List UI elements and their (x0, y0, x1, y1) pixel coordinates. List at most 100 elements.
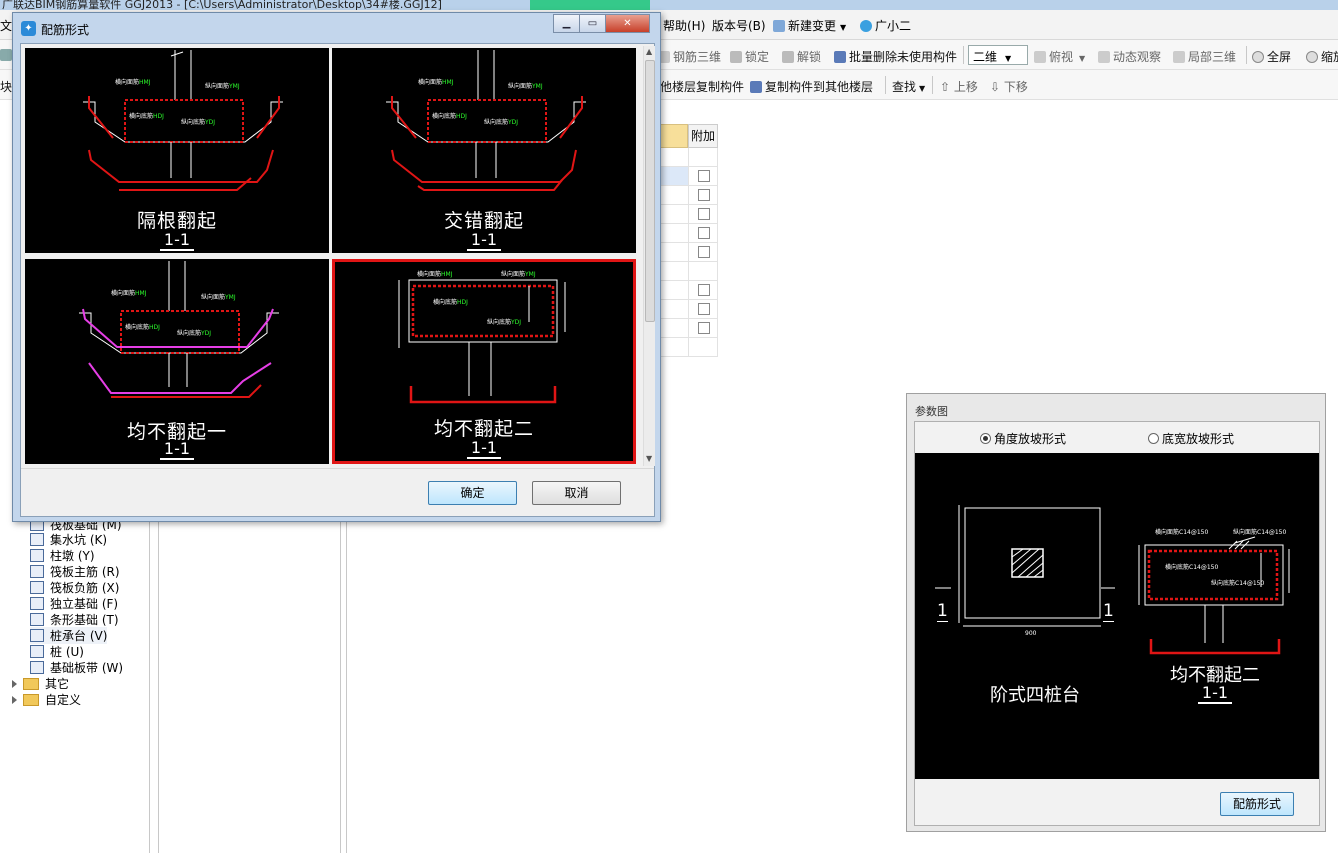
foundation-strip-icon (30, 661, 44, 674)
rebar-3d-button[interactable]: 钢筋三维 (658, 48, 721, 65)
app-title: 广联达BIM钢筋算量软件 GGJ2013 - [C:\Users\Adminis… (2, 0, 442, 10)
sec-long-top-text: 纵向面筋C14@150 (1233, 528, 1286, 536)
tree-folder-other[interactable]: 其它 (12, 675, 69, 692)
table-row[interactable] (660, 243, 718, 262)
lock-button[interactable]: 锁定 (730, 48, 769, 65)
menu-file-fragment[interactable]: 文 (0, 17, 12, 34)
table-row[interactable] (660, 224, 718, 243)
radio-width-slope[interactable]: 底宽放坡形式 (1148, 430, 1234, 447)
find-button[interactable]: 查找 ▼ (892, 78, 925, 95)
label-long-top: 纵向面筋 (501, 270, 525, 278)
option-alternating-bent[interactable]: 横向面筋 HMJ 纵向面筋 YMJ 横向底筋 HDJ 纵向底筋 YDJ 交错翻起… (332, 48, 636, 253)
rebar-form-button[interactable]: 配筋形式 (1220, 792, 1294, 816)
menu-new-change-label: 新建变更 (788, 19, 837, 33)
close-icon[interactable]: ✕ (605, 14, 650, 33)
copy-from-floor-button[interactable]: 他楼层复制构件 (660, 78, 744, 95)
extra-checkbox[interactable] (698, 284, 710, 296)
strip-footing-icon (30, 613, 44, 626)
tree-item-column-pier[interactable]: 柱墩 (Y) (30, 547, 95, 564)
menu-assistant[interactable]: 广小二 (860, 17, 911, 34)
param-panel-title: 参数图 (915, 405, 948, 418)
chevron-down-icon: ▼ (840, 23, 847, 32)
top-view-button[interactable]: 俯视 ▼ (1034, 48, 1085, 65)
tree-folder-custom[interactable]: 自定义 (12, 691, 81, 708)
extra-checkbox[interactable] (698, 227, 710, 239)
toolbar2-fragment[interactable]: 块 (0, 78, 12, 95)
extra-checkbox[interactable] (698, 303, 710, 315)
property-table: 附加 (660, 124, 718, 357)
menu-help[interactable]: 帮助(H) (663, 17, 705, 34)
batch-delete-button[interactable]: 批量删除未使用构件 (834, 48, 957, 65)
tree-item-label: 筏板负筋 (X) (50, 581, 120, 595)
fullscreen-button[interactable]: 全屏 (1252, 48, 1291, 65)
view-mode-select[interactable]: 二维 ▼ (968, 45, 1028, 65)
extra-checkbox[interactable] (698, 322, 710, 334)
titlebar-highlight (530, 0, 650, 10)
tree-item-label: 集水坑 (K) (50, 533, 108, 547)
pile-icon (30, 645, 44, 658)
option-scrollbar[interactable]: ▲ ▼ (643, 46, 655, 466)
unlock-button[interactable]: 解锁 (782, 48, 821, 65)
tree-item-isolated-footing[interactable]: 独立基础 (F) (30, 595, 118, 612)
table-row[interactable] (660, 186, 718, 205)
tree-item-label: 独立基础 (F) (50, 597, 119, 611)
label-code-ltop: YMJ (524, 271, 536, 278)
tree-item-label: 桩承台 (V) (50, 629, 108, 643)
label-trans-top: 横向面筋 (111, 289, 135, 297)
extra-checkbox[interactable] (698, 208, 710, 220)
chevron-down-icon: ▼ (1005, 54, 1012, 63)
radio-angle-slope[interactable]: 角度放坡形式 (980, 430, 1066, 447)
tree-item-raft-neg-rebar[interactable]: 筏板负筋 (X) (30, 579, 119, 596)
label-code-ltop: YMJ (224, 294, 236, 301)
tree-item-foundation-strip[interactable]: 基础板带 (W) (30, 659, 123, 676)
extra-checkbox[interactable] (698, 246, 710, 258)
option-no-bent-one[interactable]: 横向面筋 HMJ 纵向面筋 YMJ 横向底筋 HDJ 纵向底筋 YDJ 均不翻起… (25, 259, 329, 464)
label-long-bot: 纵向底筋 (484, 118, 508, 126)
tree-item-pile[interactable]: 桩 (U) (30, 643, 84, 660)
orbit-icon (1098, 51, 1110, 63)
tree-item-raft-main-rebar[interactable]: 筏板主筋 (R) (30, 563, 120, 580)
maximize-icon[interactable]: ▭ (579, 14, 606, 33)
cancel-button[interactable]: 取消 (532, 481, 621, 505)
table-row[interactable] (660, 205, 718, 224)
document-icon (773, 20, 785, 32)
menu-new-change[interactable]: 新建变更 ▼ (773, 17, 846, 34)
extra-checkbox[interactable] (698, 170, 710, 182)
label-code-lbot: YDJ (507, 119, 518, 126)
table-row[interactable] (660, 300, 718, 319)
tree-item-sump[interactable]: 集水坑 (K) (30, 531, 107, 548)
option-no-bent-two[interactable]: 横向面筋 HMJ 纵向面筋 YMJ 横向底筋 HDJ 纵向底筋 YDJ 均不翻起… (332, 259, 636, 464)
tree-item-label: 条形基础 (T) (50, 613, 119, 627)
option-sub: 1-1 (332, 230, 636, 251)
label-trans-bot: 横向底筋 (129, 112, 153, 120)
brush-icon (834, 51, 846, 63)
extra-checkbox[interactable] (698, 189, 710, 201)
copy-to-floor-button[interactable]: 复制构件到其他楼层 (750, 78, 873, 95)
tree-item-pile-cap[interactable]: 桩承台 (V) (30, 627, 108, 644)
tree-item-strip-footing[interactable]: 条形基础 (T) (30, 611, 119, 628)
scroll-up-icon[interactable]: ▲ (646, 47, 652, 56)
rebar-form-dialog: ✦ 配筋形式 ▁ ▭ ✕ 横向面筋 HMJ 纵向面筋 YMJ 横向底筋 HDJ … (12, 12, 661, 522)
menu-version[interactable]: 版本号(B) (712, 17, 766, 34)
dynamic-view-label: 动态观察 (1113, 50, 1162, 64)
option-staggered-bent[interactable]: 横向面筋 HMJ 纵向面筋 YMJ 横向底筋 HDJ 纵向底筋 YDJ 隔根翻起… (25, 48, 329, 253)
dynamic-view-button[interactable]: 动态观察 (1098, 48, 1161, 65)
table-row[interactable] (660, 281, 718, 300)
chevron-right-icon (12, 680, 17, 688)
option-sub: 1-1 (25, 230, 329, 251)
sump-icon (30, 533, 44, 546)
move-up-button[interactable]: ⇧ 上移 (940, 78, 978, 95)
new-icon (0, 49, 12, 61)
move-down-button[interactable]: ⇩ 下移 (990, 78, 1028, 95)
ok-button[interactable]: 确定 (428, 481, 517, 505)
local-3d-button[interactable]: 局部三维 (1173, 48, 1236, 65)
chevron-down-icon: ▼ (919, 84, 926, 93)
scroll-down-icon[interactable]: ▼ (646, 454, 652, 463)
table-row[interactable] (660, 319, 718, 338)
zoom-button[interactable]: 缩放 (1306, 48, 1338, 65)
scrollbar-thumb[interactable] (645, 60, 655, 322)
minimize-icon[interactable]: ▁ (553, 14, 580, 33)
tree-item-label: 柱墩 (Y) (50, 549, 95, 563)
fullscreen-icon (1252, 51, 1264, 63)
table-row[interactable] (660, 167, 718, 186)
